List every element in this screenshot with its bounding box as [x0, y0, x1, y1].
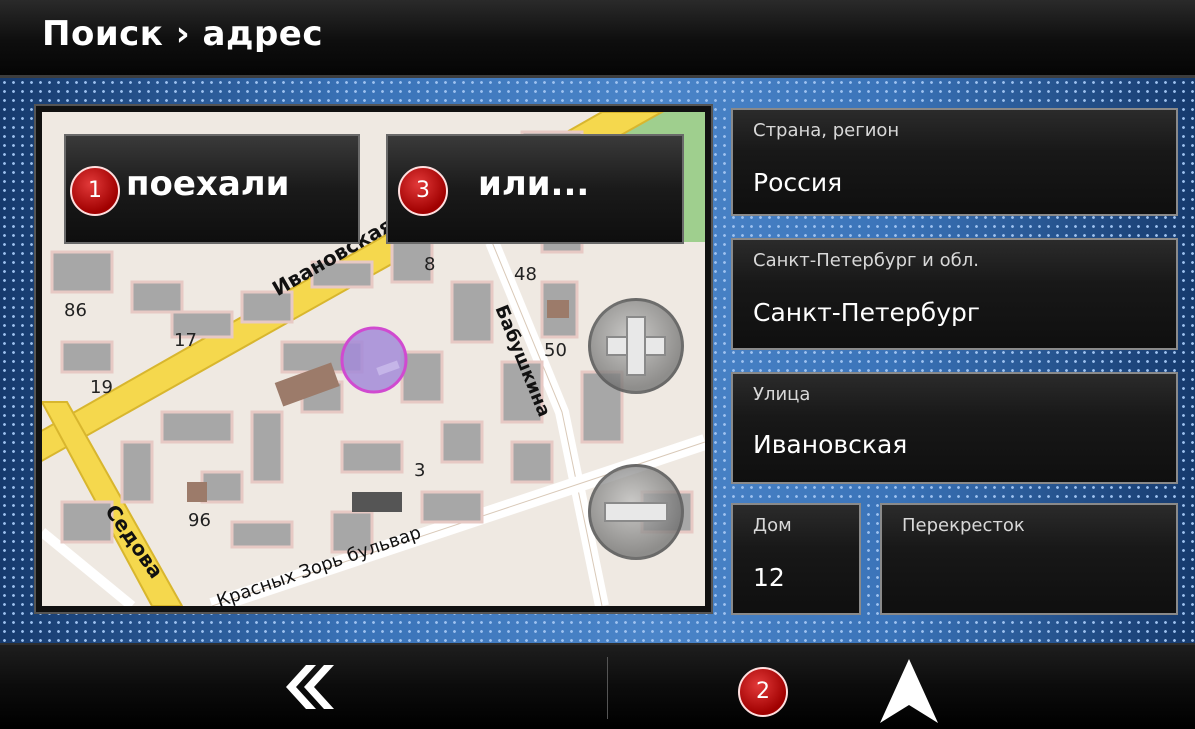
back-button[interactable]: [270, 659, 340, 715]
go-button[interactable]: 1 поехали: [64, 134, 360, 244]
city-field[interactable]: Санкт-Петербург и обл. Санкт-Петербург: [731, 238, 1178, 350]
navigation-arrow-icon: [880, 659, 938, 723]
house-label-86: 86: [64, 300, 87, 321]
street-field[interactable]: Улица Ивановская: [731, 372, 1178, 484]
bottom-bar: 2: [0, 643, 1195, 727]
map-frame: 86 17 19 8 48 50 3 96 Ивановская Бабушки…: [34, 104, 713, 614]
options-button[interactable]: 3 или...: [386, 134, 684, 244]
footer-divider: [607, 657, 608, 719]
house-label-8: 8: [424, 254, 436, 275]
nav-badge: 2: [738, 667, 788, 717]
country-value: Россия: [753, 168, 843, 197]
house-field[interactable]: Дом 12: [731, 503, 861, 615]
city-value: Санкт-Петербург: [753, 298, 981, 327]
go-button-label: поехали: [126, 164, 290, 204]
country-field[interactable]: Страна, регион Россия: [731, 108, 1178, 216]
house-caption: Дом: [753, 515, 792, 536]
house-label-3: 3: [414, 460, 426, 481]
house-value: 12: [753, 563, 785, 592]
navigate-button[interactable]: [874, 655, 944, 725]
country-caption: Страна, регион: [753, 120, 900, 141]
zoom-in-button[interactable]: [588, 298, 684, 394]
options-button-label: или...: [478, 164, 590, 204]
map-view[interactable]: 86 17 19 8 48 50 3 96 Ивановская Бабушки…: [42, 112, 705, 606]
house-label-48: 48: [514, 264, 537, 285]
street-value: Ивановская: [753, 430, 908, 459]
options-badge: 3: [398, 166, 448, 216]
header-bar: Поиск › адрес: [0, 0, 1195, 78]
street-caption: Улица: [753, 384, 811, 405]
go-badge: 1: [70, 166, 120, 216]
house-label-50: 50: [544, 340, 567, 361]
plus-icon: [606, 316, 666, 376]
house-label-17: 17: [174, 330, 197, 351]
page-title: Поиск › адрес: [42, 14, 324, 54]
house-label-96: 96: [188, 510, 211, 531]
crossing-caption: Перекресток: [902, 515, 1025, 536]
house-label-19: 19: [90, 377, 113, 398]
crossing-field[interactable]: Перекресток: [880, 503, 1178, 615]
minus-icon: [604, 502, 668, 522]
double-chevron-left-icon: [286, 665, 334, 709]
city-caption: Санкт-Петербург и обл.: [753, 250, 979, 271]
zoom-out-button[interactable]: [588, 464, 684, 560]
